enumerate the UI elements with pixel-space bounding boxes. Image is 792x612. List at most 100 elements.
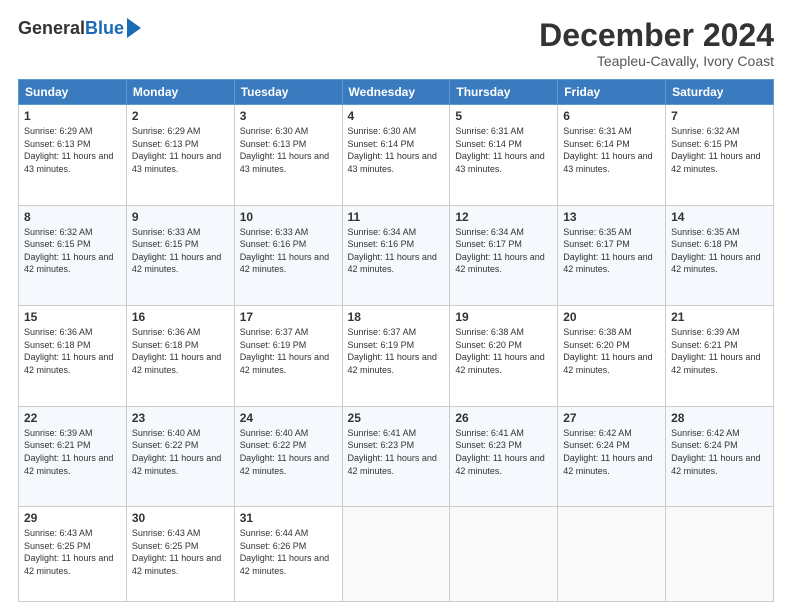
day-info: Sunrise: 6:34 AM Sunset: 6:17 PM Dayligh…	[455, 226, 552, 276]
day-number: 2	[132, 109, 229, 123]
table-cell: 7 Sunrise: 6:32 AM Sunset: 6:15 PM Dayli…	[666, 105, 774, 206]
table-cell: 27 Sunrise: 6:42 AM Sunset: 6:24 PM Dayl…	[558, 406, 666, 507]
day-info: Sunrise: 6:43 AM Sunset: 6:25 PM Dayligh…	[132, 527, 229, 577]
day-info: Sunrise: 6:40 AM Sunset: 6:22 PM Dayligh…	[240, 427, 337, 477]
day-info: Sunrise: 6:36 AM Sunset: 6:18 PM Dayligh…	[132, 326, 229, 376]
table-cell: 3 Sunrise: 6:30 AM Sunset: 6:13 PM Dayli…	[234, 105, 342, 206]
table-cell: 13 Sunrise: 6:35 AM Sunset: 6:17 PM Dayl…	[558, 205, 666, 306]
table-cell: 28 Sunrise: 6:42 AM Sunset: 6:24 PM Dayl…	[666, 406, 774, 507]
days-header-row: Sunday Monday Tuesday Wednesday Thursday…	[19, 80, 774, 105]
day-number: 24	[240, 411, 337, 425]
day-info: Sunrise: 6:32 AM Sunset: 6:15 PM Dayligh…	[24, 226, 121, 276]
table-cell: 14 Sunrise: 6:35 AM Sunset: 6:18 PM Dayl…	[666, 205, 774, 306]
day-info: Sunrise: 6:34 AM Sunset: 6:16 PM Dayligh…	[348, 226, 445, 276]
table-cell: 24 Sunrise: 6:40 AM Sunset: 6:22 PM Dayl…	[234, 406, 342, 507]
table-cell: 18 Sunrise: 6:37 AM Sunset: 6:19 PM Dayl…	[342, 306, 450, 407]
table-cell: 31 Sunrise: 6:44 AM Sunset: 6:26 PM Dayl…	[234, 507, 342, 602]
month-title: December 2024	[539, 18, 774, 53]
day-number: 27	[563, 411, 660, 425]
day-info: Sunrise: 6:38 AM Sunset: 6:20 PM Dayligh…	[563, 326, 660, 376]
day-number: 13	[563, 210, 660, 224]
day-info: Sunrise: 6:41 AM Sunset: 6:23 PM Dayligh…	[455, 427, 552, 477]
table-cell: 30 Sunrise: 6:43 AM Sunset: 6:25 PM Dayl…	[126, 507, 234, 602]
day-info: Sunrise: 6:37 AM Sunset: 6:19 PM Dayligh…	[348, 326, 445, 376]
table-cell: 19 Sunrise: 6:38 AM Sunset: 6:20 PM Dayl…	[450, 306, 558, 407]
day-info: Sunrise: 6:38 AM Sunset: 6:20 PM Dayligh…	[455, 326, 552, 376]
header-tuesday: Tuesday	[234, 80, 342, 105]
table-cell: 6 Sunrise: 6:31 AM Sunset: 6:14 PM Dayli…	[558, 105, 666, 206]
day-info: Sunrise: 6:29 AM Sunset: 6:13 PM Dayligh…	[24, 125, 121, 175]
day-number: 3	[240, 109, 337, 123]
table-cell: 1 Sunrise: 6:29 AM Sunset: 6:13 PM Dayli…	[19, 105, 127, 206]
header-monday: Monday	[126, 80, 234, 105]
day-info: Sunrise: 6:29 AM Sunset: 6:13 PM Dayligh…	[132, 125, 229, 175]
day-number: 15	[24, 310, 121, 324]
day-number: 25	[348, 411, 445, 425]
day-number: 31	[240, 511, 337, 525]
header: General Blue December 2024 Teapleu-Caval…	[18, 18, 774, 69]
table-cell	[558, 507, 666, 602]
table-cell: 23 Sunrise: 6:40 AM Sunset: 6:22 PM Dayl…	[126, 406, 234, 507]
day-info: Sunrise: 6:44 AM Sunset: 6:26 PM Dayligh…	[240, 527, 337, 577]
header-wednesday: Wednesday	[342, 80, 450, 105]
table-cell: 16 Sunrise: 6:36 AM Sunset: 6:18 PM Dayl…	[126, 306, 234, 407]
day-info: Sunrise: 6:42 AM Sunset: 6:24 PM Dayligh…	[563, 427, 660, 477]
day-number: 20	[563, 310, 660, 324]
table-cell: 8 Sunrise: 6:32 AM Sunset: 6:15 PM Dayli…	[19, 205, 127, 306]
day-info: Sunrise: 6:30 AM Sunset: 6:14 PM Dayligh…	[348, 125, 445, 175]
day-number: 19	[455, 310, 552, 324]
day-info: Sunrise: 6:40 AM Sunset: 6:22 PM Dayligh…	[132, 427, 229, 477]
page: General Blue December 2024 Teapleu-Caval…	[0, 0, 792, 612]
table-cell	[666, 507, 774, 602]
table-cell: 2 Sunrise: 6:29 AM Sunset: 6:13 PM Dayli…	[126, 105, 234, 206]
table-cell: 15 Sunrise: 6:36 AM Sunset: 6:18 PM Dayl…	[19, 306, 127, 407]
day-info: Sunrise: 6:35 AM Sunset: 6:17 PM Dayligh…	[563, 226, 660, 276]
header-saturday: Saturday	[666, 80, 774, 105]
table-cell: 22 Sunrise: 6:39 AM Sunset: 6:21 PM Dayl…	[19, 406, 127, 507]
day-number: 11	[348, 210, 445, 224]
logo-blue: Blue	[85, 18, 124, 39]
table-cell: 9 Sunrise: 6:33 AM Sunset: 6:15 PM Dayli…	[126, 205, 234, 306]
table-cell: 21 Sunrise: 6:39 AM Sunset: 6:21 PM Dayl…	[666, 306, 774, 407]
day-info: Sunrise: 6:31 AM Sunset: 6:14 PM Dayligh…	[455, 125, 552, 175]
table-cell: 26 Sunrise: 6:41 AM Sunset: 6:23 PM Dayl…	[450, 406, 558, 507]
table-cell: 11 Sunrise: 6:34 AM Sunset: 6:16 PM Dayl…	[342, 205, 450, 306]
day-number: 29	[24, 511, 121, 525]
table-cell: 29 Sunrise: 6:43 AM Sunset: 6:25 PM Dayl…	[19, 507, 127, 602]
day-info: Sunrise: 6:41 AM Sunset: 6:23 PM Dayligh…	[348, 427, 445, 477]
day-number: 30	[132, 511, 229, 525]
day-info: Sunrise: 6:33 AM Sunset: 6:16 PM Dayligh…	[240, 226, 337, 276]
day-info: Sunrise: 6:36 AM Sunset: 6:18 PM Dayligh…	[24, 326, 121, 376]
day-info: Sunrise: 6:31 AM Sunset: 6:14 PM Dayligh…	[563, 125, 660, 175]
day-number: 4	[348, 109, 445, 123]
day-info: Sunrise: 6:39 AM Sunset: 6:21 PM Dayligh…	[24, 427, 121, 477]
day-number: 14	[671, 210, 768, 224]
day-info: Sunrise: 6:39 AM Sunset: 6:21 PM Dayligh…	[671, 326, 768, 376]
day-number: 8	[24, 210, 121, 224]
header-sunday: Sunday	[19, 80, 127, 105]
day-number: 12	[455, 210, 552, 224]
day-number: 18	[348, 310, 445, 324]
table-cell: 10 Sunrise: 6:33 AM Sunset: 6:16 PM Dayl…	[234, 205, 342, 306]
table-cell	[342, 507, 450, 602]
day-info: Sunrise: 6:43 AM Sunset: 6:25 PM Dayligh…	[24, 527, 121, 577]
day-number: 16	[132, 310, 229, 324]
day-number: 7	[671, 109, 768, 123]
day-number: 1	[24, 109, 121, 123]
day-number: 28	[671, 411, 768, 425]
table-cell: 4 Sunrise: 6:30 AM Sunset: 6:14 PM Dayli…	[342, 105, 450, 206]
title-block: December 2024 Teapleu-Cavally, Ivory Coa…	[539, 18, 774, 69]
day-number: 5	[455, 109, 552, 123]
table-cell	[450, 507, 558, 602]
location: Teapleu-Cavally, Ivory Coast	[539, 53, 774, 69]
day-number: 22	[24, 411, 121, 425]
day-number: 9	[132, 210, 229, 224]
day-number: 26	[455, 411, 552, 425]
logo-arrow-icon	[127, 18, 141, 38]
day-number: 6	[563, 109, 660, 123]
table-cell: 25 Sunrise: 6:41 AM Sunset: 6:23 PM Dayl…	[342, 406, 450, 507]
table-cell: 20 Sunrise: 6:38 AM Sunset: 6:20 PM Dayl…	[558, 306, 666, 407]
calendar: Sunday Monday Tuesday Wednesday Thursday…	[18, 79, 774, 602]
logo-general: General	[18, 18, 85, 39]
day-info: Sunrise: 6:35 AM Sunset: 6:18 PM Dayligh…	[671, 226, 768, 276]
